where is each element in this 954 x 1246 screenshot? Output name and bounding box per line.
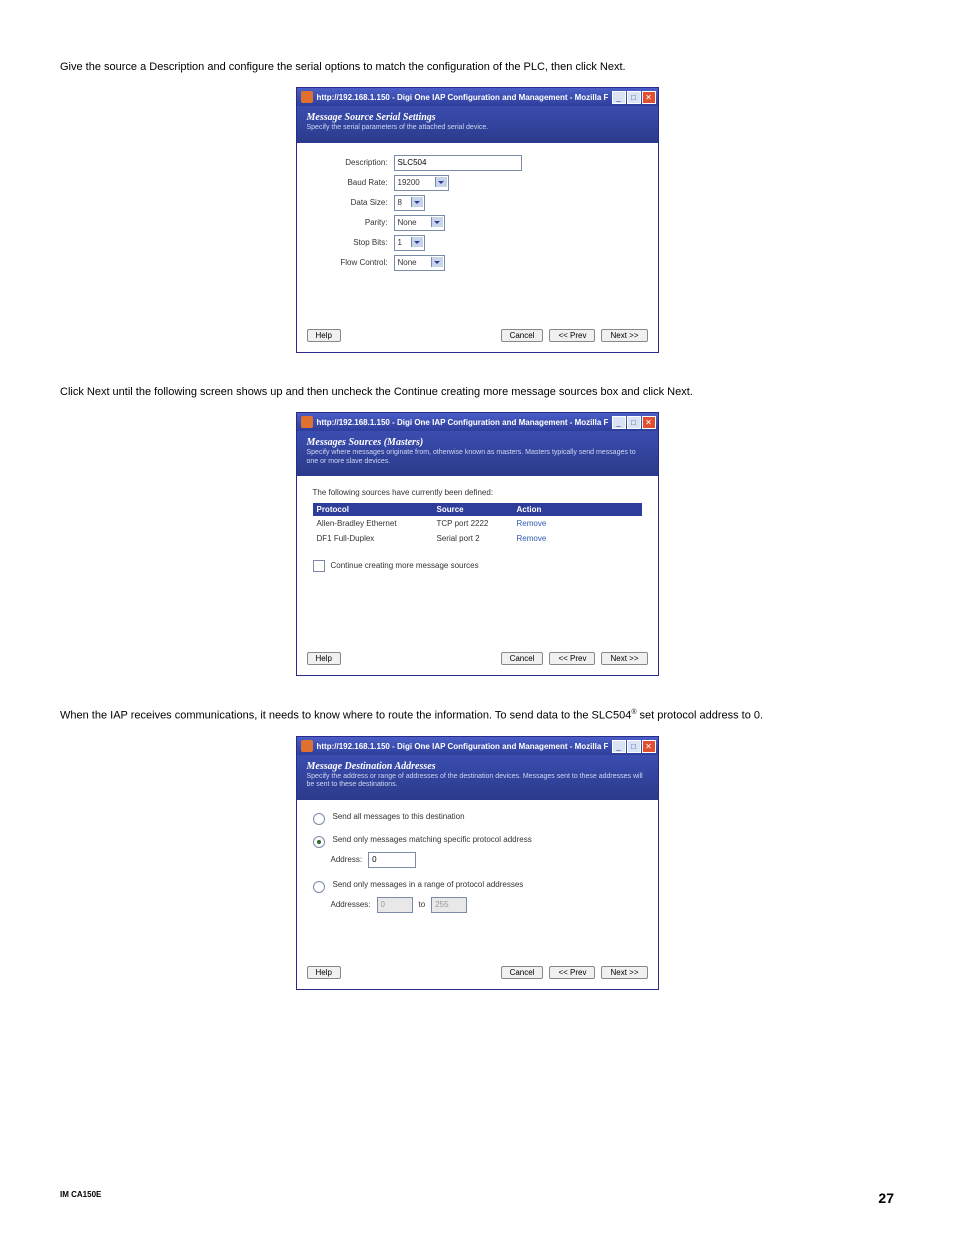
dialog-title: Message Source Serial Settings — [307, 112, 648, 123]
address-input[interactable] — [368, 852, 416, 868]
label-description: Description: — [313, 158, 394, 167]
label-stopbits: Stop Bits: — [313, 238, 394, 247]
help-button[interactable]: Help — [307, 966, 341, 979]
cancel-button[interactable]: Cancel — [501, 966, 544, 979]
to-label: to — [419, 900, 426, 909]
close-button[interactable]: ✕ — [642, 91, 656, 104]
stopbits-select[interactable]: 1 — [394, 235, 425, 251]
cell-source: Serial port 2 — [437, 534, 517, 543]
label-baud: Baud Rate: — [313, 178, 394, 187]
radio-specific-address[interactable] — [313, 836, 325, 848]
radio-specific-label: Send only messages matching specific pro… — [333, 835, 532, 844]
prev-button[interactable]: << Prev — [549, 652, 595, 665]
datasize-select[interactable]: 8 — [394, 195, 425, 211]
cancel-button[interactable]: Cancel — [501, 652, 544, 665]
label-flow: Flow Control: — [313, 258, 394, 267]
continue-label: Continue creating more message sources — [331, 561, 479, 570]
paragraph-2: Click Next until the following screen sh… — [60, 385, 894, 400]
dialog-subtitle: Specify where messages originate from, o… — [307, 449, 648, 466]
minimize-button[interactable]: _ — [612, 740, 626, 753]
dialog-destination-addresses: http://192.168.1.150 - Digi One IAP Conf… — [296, 736, 659, 990]
maximize-button[interactable]: □ — [627, 740, 641, 753]
header-protocol: Protocol — [317, 505, 437, 514]
remove-link[interactable]: Remove — [517, 534, 567, 543]
next-button[interactable]: Next >> — [601, 966, 647, 979]
continue-checkbox[interactable] — [313, 560, 325, 572]
window-title: http://192.168.1.150 - Digi One IAP Conf… — [317, 418, 608, 427]
description-input[interactable] — [394, 155, 522, 171]
address-label: Address: — [331, 855, 363, 864]
paragraph-3: When the IAP receives communications, it… — [60, 708, 894, 724]
parity-select[interactable]: None — [394, 215, 445, 231]
table-header: Protocol Source Action — [313, 503, 642, 516]
dialog-message-sources: http://192.168.1.150 - Digi One IAP Conf… — [296, 412, 659, 676]
titlebar: http://192.168.1.150 - Digi One IAP Conf… — [297, 88, 658, 106]
prev-button[interactable]: << Prev — [549, 966, 595, 979]
next-button[interactable]: Next >> — [601, 652, 647, 665]
close-button[interactable]: ✕ — [642, 740, 656, 753]
dialog-title: Messages Sources (Masters) — [307, 437, 648, 448]
firefox-icon — [301, 91, 313, 103]
close-button[interactable]: ✕ — [642, 416, 656, 429]
window-title: http://192.168.1.150 - Digi One IAP Conf… — [317, 742, 608, 751]
next-button[interactable]: Next >> — [601, 329, 647, 342]
firefox-icon — [301, 740, 313, 752]
cancel-button[interactable]: Cancel — [501, 329, 544, 342]
firefox-icon — [301, 416, 313, 428]
baud-select[interactable]: 19200 — [394, 175, 449, 191]
address-to-input — [431, 897, 467, 913]
doc-id: IM CA150E — [60, 1190, 101, 1206]
table-row: Allen-Bradley Ethernet TCP port 2222 Rem… — [313, 516, 642, 531]
radio-send-all-label: Send all messages to this destination — [333, 812, 465, 821]
cell-protocol: Allen-Bradley Ethernet — [317, 519, 437, 528]
label-datasize: Data Size: — [313, 198, 394, 207]
radio-send-all[interactable] — [313, 813, 325, 825]
addresses-label: Addresses: — [331, 900, 371, 909]
minimize-button[interactable]: _ — [612, 91, 626, 104]
header-action: Action — [517, 505, 567, 514]
address-from-input — [377, 897, 413, 913]
label-parity: Parity: — [313, 218, 394, 227]
dialog-subtitle: Specify the serial parameters of the att… — [307, 124, 648, 132]
maximize-button[interactable]: □ — [627, 91, 641, 104]
paragraph-1: Give the source a Description and config… — [60, 60, 894, 75]
radio-range[interactable] — [313, 881, 325, 893]
table-row: DF1 Full-Duplex Serial port 2 Remove — [313, 531, 642, 546]
cell-protocol: DF1 Full-Duplex — [317, 534, 437, 543]
remove-link[interactable]: Remove — [517, 519, 567, 528]
radio-range-label: Send only messages in a range of protoco… — [333, 880, 524, 889]
cell-source: TCP port 2222 — [437, 519, 517, 528]
intro-text: The following sources have currently bee… — [313, 488, 642, 497]
maximize-button[interactable]: □ — [627, 416, 641, 429]
prev-button[interactable]: << Prev — [549, 329, 595, 342]
header-source: Source — [437, 505, 517, 514]
dialog-subtitle: Specify the address or range of addresse… — [307, 773, 648, 790]
dialog-title: Message Destination Addresses — [307, 761, 648, 772]
page-number: 27 — [878, 1190, 894, 1206]
titlebar: http://192.168.1.150 - Digi One IAP Conf… — [297, 413, 658, 431]
help-button[interactable]: Help — [307, 329, 341, 342]
minimize-button[interactable]: _ — [612, 416, 626, 429]
window-title: http://192.168.1.150 - Digi One IAP Conf… — [317, 93, 608, 102]
dialog-serial-settings: http://192.168.1.150 - Digi One IAP Conf… — [296, 87, 659, 352]
help-button[interactable]: Help — [307, 652, 341, 665]
titlebar: http://192.168.1.150 - Digi One IAP Conf… — [297, 737, 658, 755]
flow-select[interactable]: None — [394, 255, 445, 271]
